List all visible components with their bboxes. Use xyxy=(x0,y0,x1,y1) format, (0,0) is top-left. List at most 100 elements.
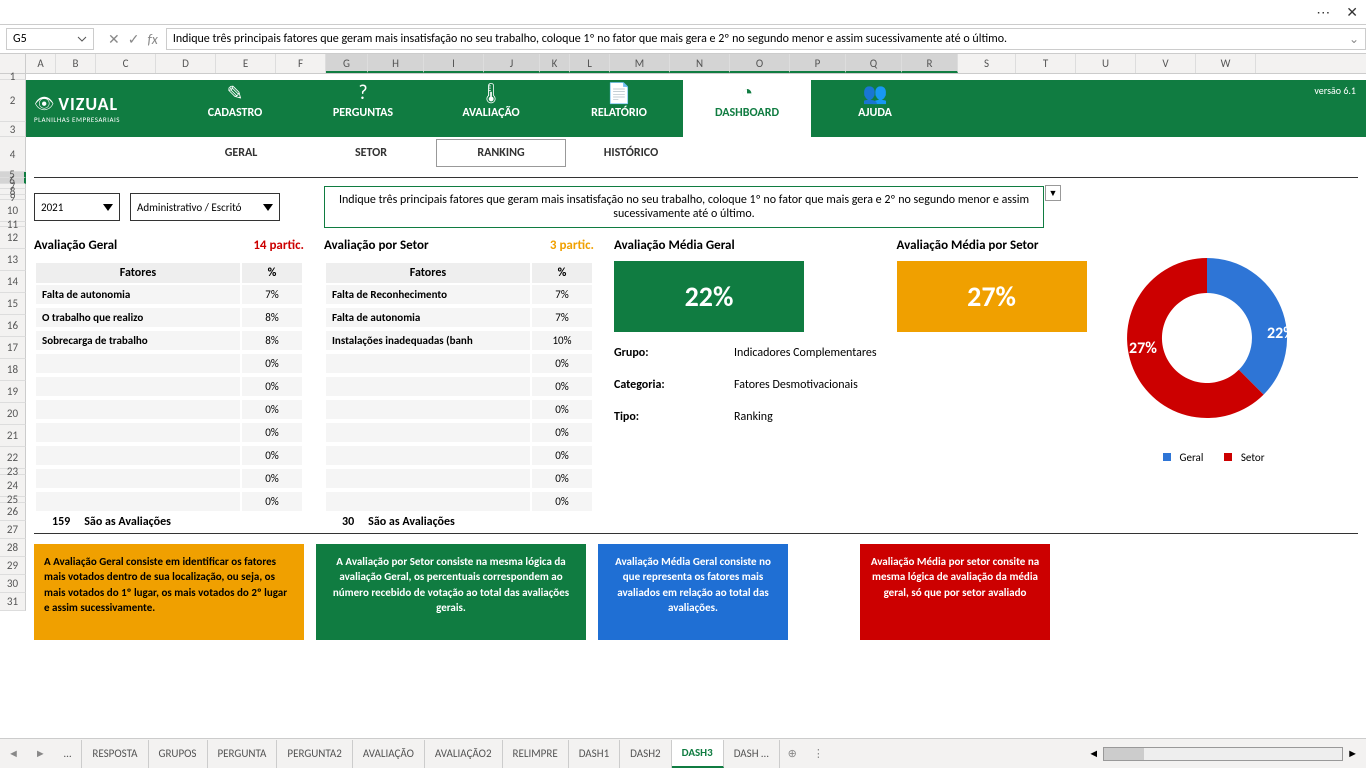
column-header[interactable]: F xyxy=(276,54,326,73)
row-header[interactable]: 14 xyxy=(0,271,26,293)
table-row: 0% xyxy=(326,446,592,467)
row-header[interactable]: 27 xyxy=(0,521,26,539)
column-header[interactable]: I xyxy=(424,54,484,73)
column-header[interactable]: K xyxy=(540,54,570,73)
sheet-tab[interactable]: DASH … xyxy=(724,740,780,768)
row-header[interactable]: 2 xyxy=(0,80,26,122)
row-header[interactable]: 13 xyxy=(0,249,26,271)
column-headers: ABCDEFGHIJKLMNOPQRSTUVW xyxy=(0,54,1366,74)
sheet-tab[interactable]: AVALIAÇÃO xyxy=(353,740,425,768)
table-row: 0% xyxy=(36,446,302,467)
row-header[interactable]: 26 xyxy=(0,503,26,521)
sheet-tab[interactable]: GRUPOS xyxy=(149,740,208,768)
column-header[interactable]: A xyxy=(26,54,56,73)
table-row: 0% xyxy=(326,469,592,490)
column-header[interactable]: C xyxy=(96,54,156,73)
nav-ajuda[interactable]: 👥AJUDA xyxy=(811,80,939,137)
column-header[interactable]: J xyxy=(484,54,540,73)
sheet-tab[interactable]: DASH3 xyxy=(672,740,724,768)
window-titlebar: ⋯ ✕ xyxy=(0,0,1366,24)
row-header[interactable]: 20 xyxy=(0,403,26,425)
formula-bar: G5 ✕ ✓ fx Indique três principais fatore… xyxy=(0,24,1366,54)
column-header[interactable]: D xyxy=(156,54,216,73)
chart-legend: Geral Setor xyxy=(1107,451,1327,464)
table-row: Instalações inadequadas (banh10% xyxy=(326,331,592,352)
sheet-more[interactable]: … xyxy=(54,740,83,768)
sheet-nav-next[interactable]: ► xyxy=(27,747,54,760)
table-row: Falta de autonomia7% xyxy=(36,285,302,306)
column-header[interactable]: B xyxy=(56,54,96,73)
media-setor-title: Avaliação Média por Setor xyxy=(897,238,1087,253)
more-icon[interactable]: ⋯ xyxy=(1316,4,1330,21)
column-header[interactable]: R xyxy=(902,54,958,73)
add-sheet-icon[interactable]: ⊕ xyxy=(780,747,805,760)
table-row: O trabalho que realizo8% xyxy=(36,308,302,329)
row-header[interactable]: 21 xyxy=(0,425,26,447)
sheet-tab[interactable]: PERGUNTA2 xyxy=(277,740,352,768)
column-header[interactable]: S xyxy=(958,54,1016,73)
fx-icon[interactable]: fx xyxy=(147,31,157,48)
row-header[interactable]: 19 xyxy=(0,381,26,403)
question-dropdown-icon[interactable]: ▼ xyxy=(1045,185,1061,201)
nav-dashboard[interactable]: ◔DASHBOARD xyxy=(683,80,811,137)
question-cell[interactable]: Indique três principais fatores que gera… xyxy=(324,186,1044,228)
row-header[interactable]: 29 xyxy=(0,557,26,575)
column-header[interactable]: N xyxy=(670,54,730,73)
nav-cadastro[interactable]: ✎CADASTRO xyxy=(171,80,299,137)
sheet-tab[interactable]: PERGUNTA xyxy=(208,740,278,768)
sheet-nav-prev[interactable]: ◄ xyxy=(0,747,27,760)
subtab-ranking[interactable]: RANKING xyxy=(436,139,566,167)
nav-relatório[interactable]: 📄RELATÓRIO xyxy=(555,80,683,137)
row-header[interactable]: 28 xyxy=(0,539,26,557)
nav-avaliação[interactable]: 🌡AVALIAÇÃO xyxy=(427,80,555,137)
subtab-histórico[interactable]: HISTÓRICO xyxy=(566,140,696,166)
dashboard-subtabs: GERALSETORRANKINGHISTÓRICO xyxy=(26,137,1366,169)
logo-icon: 👁 xyxy=(34,94,54,114)
column-header[interactable]: V xyxy=(1136,54,1196,73)
year-dropdown[interactable]: 2021 xyxy=(34,193,120,221)
column-header[interactable]: G xyxy=(326,54,368,73)
formula-input[interactable]: Indique três principais fatores que gera… xyxy=(166,28,1366,50)
row-header[interactable]: 30 xyxy=(0,575,26,593)
sheet-tab[interactable]: RELIMPRE xyxy=(503,740,569,768)
chevron-down-icon xyxy=(103,204,113,211)
nav-perguntas[interactable]: ?PERGUNTAS xyxy=(299,80,427,137)
row-header[interactable]: 18 xyxy=(0,359,26,381)
expand-formula-icon[interactable]: ⌄ xyxy=(1349,32,1359,47)
media-setor-card: 27% xyxy=(897,261,1087,332)
sector-dropdown[interactable]: Administrativo / Escritó xyxy=(130,193,280,221)
row-header[interactable]: 12 xyxy=(0,227,26,249)
row-header[interactable]: 31 xyxy=(0,593,26,611)
column-header[interactable]: Q xyxy=(846,54,902,73)
column-header[interactable]: T xyxy=(1016,54,1076,73)
table-row: 0% xyxy=(36,423,302,444)
horizontal-scrollbar[interactable]: ◄ ► xyxy=(1088,747,1366,761)
confirm-icon[interactable]: ✓ xyxy=(128,31,140,48)
row-header[interactable]: 15 xyxy=(0,293,26,315)
row-header[interactable]: 3 xyxy=(0,122,26,137)
row-header[interactable]: 4 xyxy=(0,137,26,172)
column-header[interactable]: U xyxy=(1076,54,1136,73)
sheet-tab[interactable]: DASH2 xyxy=(620,740,671,768)
column-header[interactable]: L xyxy=(570,54,610,73)
sheet-tabs: ◄ ► … RESPOSTAGRUPOSPERGUNTAPERGUNTA2AVA… xyxy=(0,738,1366,768)
row-header[interactable]: 17 xyxy=(0,337,26,359)
column-header[interactable]: O xyxy=(730,54,790,73)
column-header[interactable]: E xyxy=(216,54,276,73)
subtab-geral[interactable]: GERAL xyxy=(176,140,306,166)
table-row: Sobrecarga de trabalho8% xyxy=(36,331,302,352)
name-box[interactable]: G5 xyxy=(6,28,94,50)
row-header[interactable]: 16 xyxy=(0,315,26,337)
column-header[interactable]: H xyxy=(368,54,424,73)
column-header[interactable]: M xyxy=(610,54,670,73)
close-icon[interactable]: ✕ xyxy=(1346,4,1358,21)
sheet-tab[interactable]: DASH1 xyxy=(569,740,620,768)
cancel-icon[interactable]: ✕ xyxy=(108,31,120,48)
setor-table: Fatores% Falta de Reconhecimento7%Falta … xyxy=(324,261,594,515)
column-header[interactable]: P xyxy=(790,54,846,73)
subtab-setor[interactable]: SETOR xyxy=(306,140,436,166)
setor-participants: 3 partic. xyxy=(550,238,594,253)
column-header[interactable]: W xyxy=(1196,54,1256,73)
sheet-tab[interactable]: AVALIAÇÃO2 xyxy=(425,740,503,768)
sheet-tab[interactable]: RESPOSTA xyxy=(82,740,148,768)
